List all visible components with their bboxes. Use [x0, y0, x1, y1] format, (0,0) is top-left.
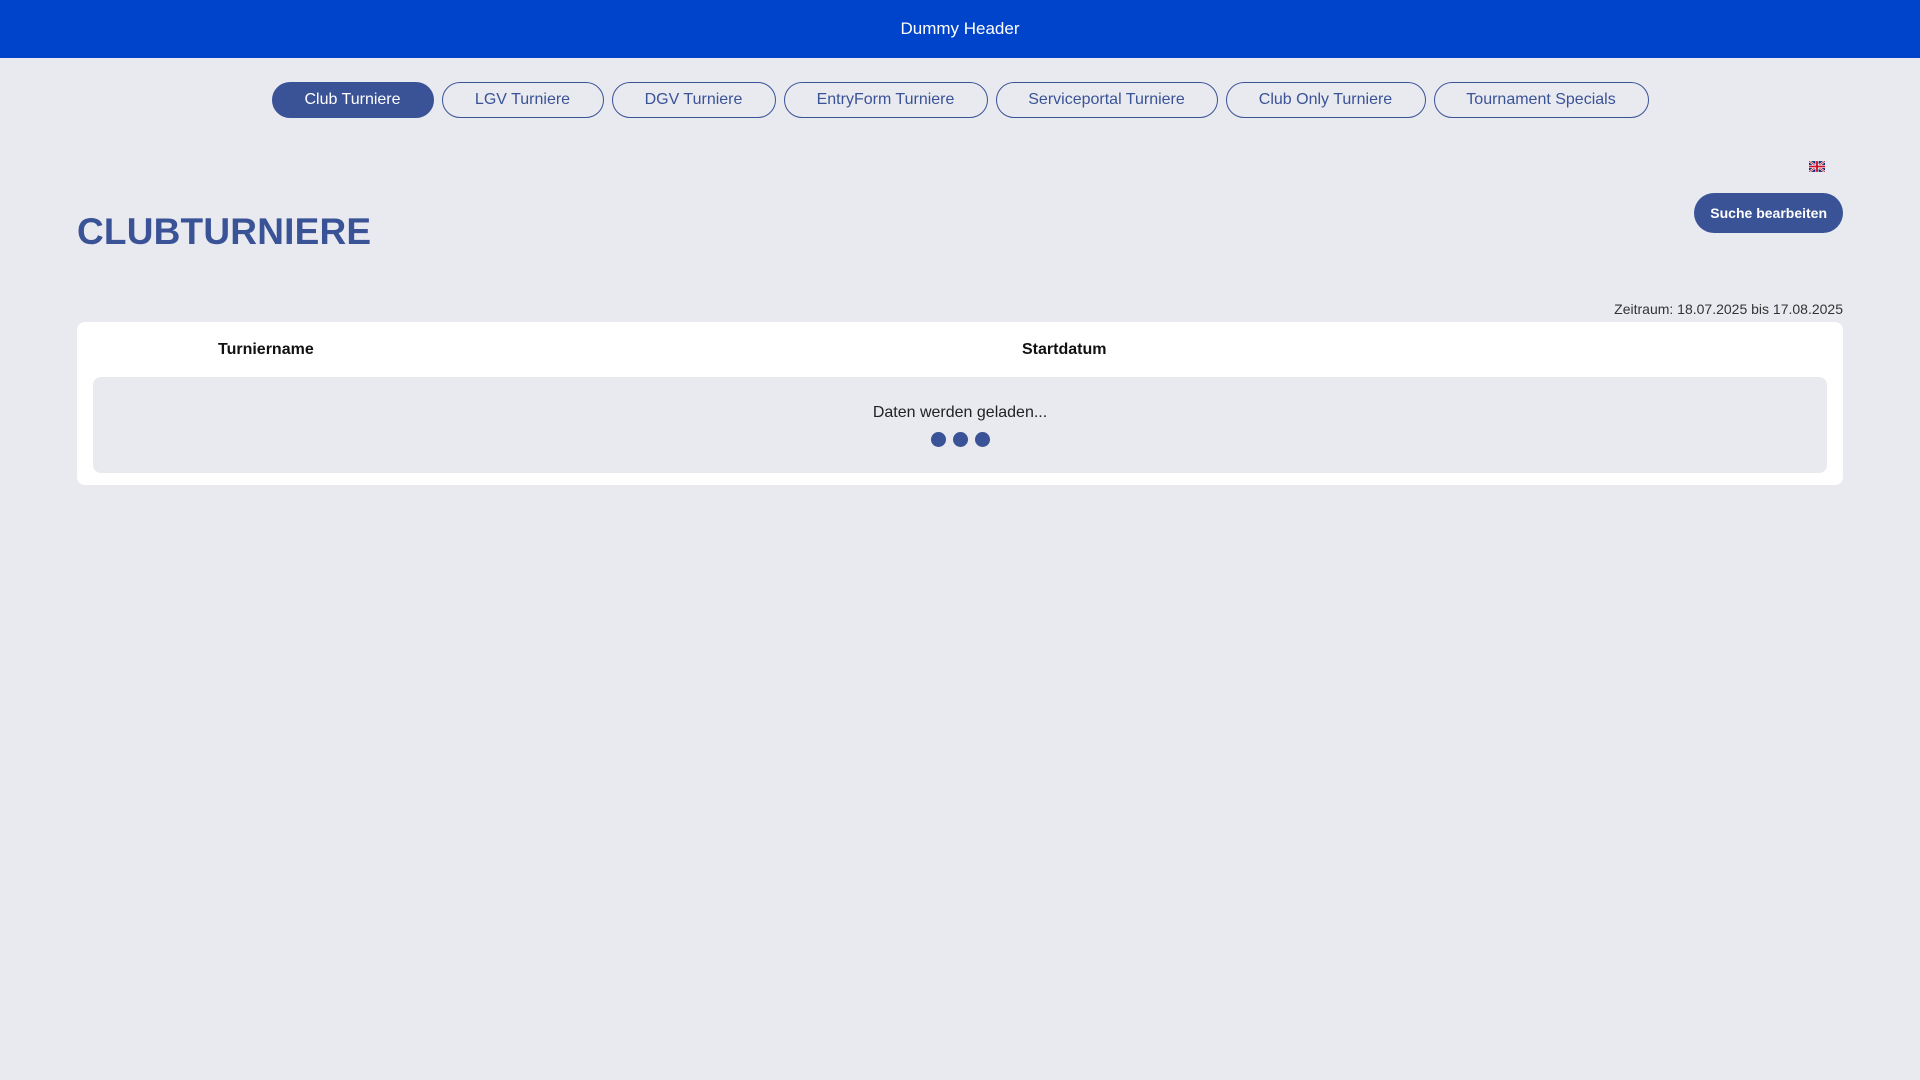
main-content: CLUBTURNIERE Suche bearbeiten Zeitraum: … [77, 118, 1843, 485]
column-header-tournament-name[interactable]: Turniername [218, 341, 314, 359]
loading-dot [952, 431, 968, 447]
column-header-start-date[interactable]: Startdatum [1022, 341, 1106, 359]
loading-dots [930, 431, 990, 447]
table-header: Turniername Startdatum [93, 322, 1827, 377]
tab-tournament-specials[interactable]: Tournament Specials [1433, 82, 1649, 118]
edit-search-button[interactable]: Suche bearbeiten [1694, 193, 1843, 233]
tab-serviceportal-turniere[interactable]: Serviceportal Turniere [995, 82, 1218, 118]
tab-entryform-turniere[interactable]: EntryForm Turniere [783, 82, 988, 118]
loading-dot [974, 431, 990, 447]
period-label: Zeitraum: 18.07.2025 bis 17.08.2025 [1614, 301, 1843, 317]
tournament-table: Turniername Startdatum Daten werden gela… [77, 322, 1843, 485]
tab-club-turniere[interactable]: Club Turniere [271, 82, 434, 118]
tab-dgv-turniere[interactable]: DGV Turniere [611, 82, 776, 118]
page-title: CLUBTURNIERE [77, 211, 372, 252]
tournament-tabs: Club Turniere LGV Turniere DGV Turniere … [0, 82, 1920, 118]
loading-text: Daten werden geladen... [872, 403, 1048, 421]
loading-dot [930, 431, 946, 447]
loading-indicator: Daten werden geladen... [93, 377, 1827, 473]
title-row: CLUBTURNIERE Suche bearbeiten [77, 118, 1843, 298]
tab-club-only-turniere[interactable]: Club Only Turniere [1225, 82, 1426, 118]
tab-lgv-turniere[interactable]: LGV Turniere [441, 82, 604, 118]
top-header: Dummy Header [0, 0, 1920, 58]
header-title: Dummy Header [900, 19, 1020, 38]
